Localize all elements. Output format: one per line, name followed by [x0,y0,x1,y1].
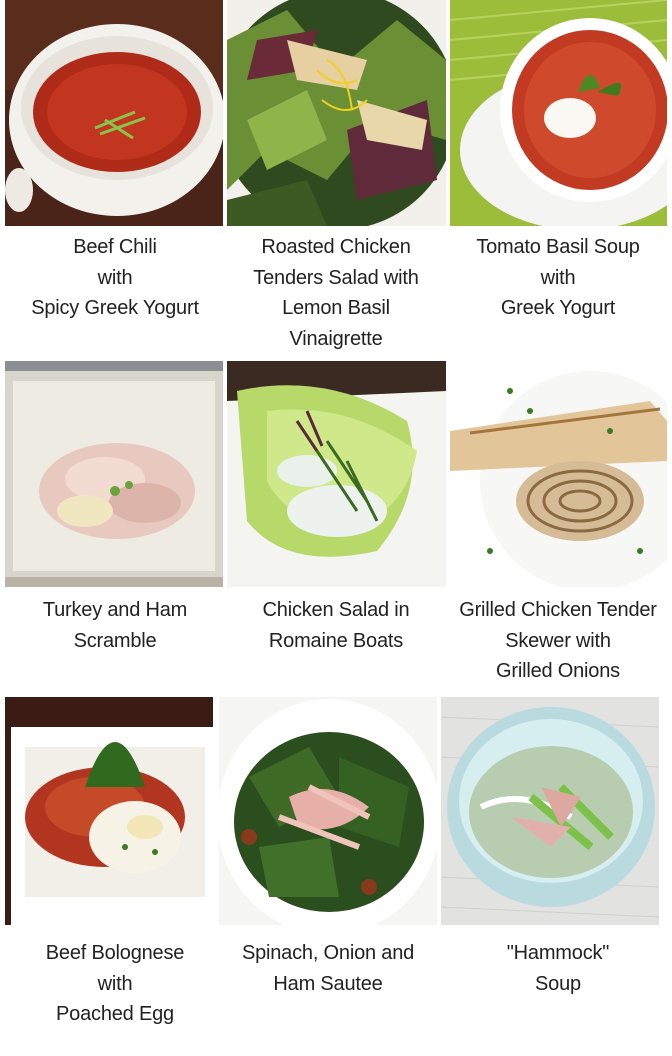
beef-chili-caption: Beef Chili with Spicy Greek Yogurt [31,236,199,319]
roasted-chicken-salad-caption: Roasted Chicken Tenders Salad with Lemon… [253,236,419,350]
beef-bolognese-caption: Beef Bolognese with Poached Egg [45,942,185,1025]
grilled-chicken-skewer-photo [450,361,667,587]
turkey-ham-scramble-caption: Turkey and Ham Scramble [42,599,188,652]
chicken-salad-romaine-photo [227,361,446,587]
turkey-ham-scramble-photo [5,361,223,587]
spinach-onion-ham-photo [219,697,437,925]
hammock-soup-caption: "Hammock" Soup [506,942,610,995]
spinach-onion-ham-caption: Spinach, Onion and Ham Sautee [241,942,415,995]
hammock-soup-photo [441,697,659,925]
beef-bolognese-photo [5,697,213,925]
roasted-chicken-salad-photo [227,0,446,226]
tomato-basil-soup-photo [450,0,667,226]
grilled-chicken-skewer-caption: Grilled Chicken Tender Skewer with Grill… [459,599,657,682]
chicken-salad-romaine-caption: Chicken Salad in Romaine Boats [262,599,410,652]
beef-chili-photo [5,0,223,226]
tomato-basil-soup-caption: Tomato Basil Soup with Greek Yogurt [476,236,640,319]
